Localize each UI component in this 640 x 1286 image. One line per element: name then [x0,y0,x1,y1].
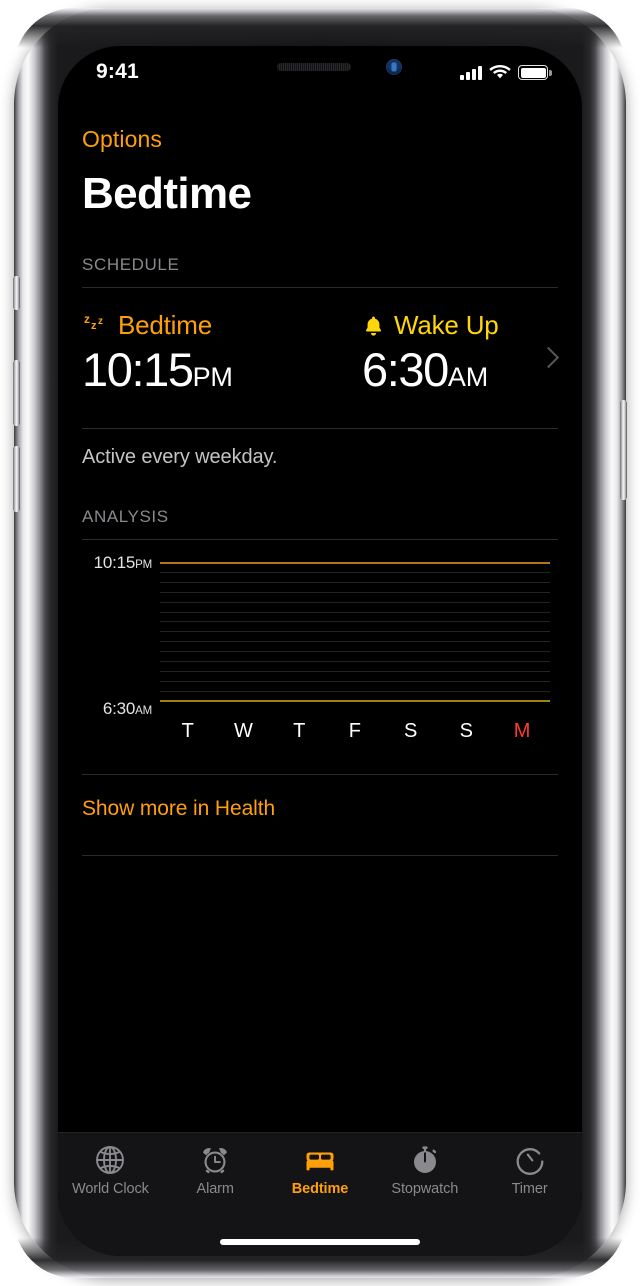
chart-bedtime-line [160,561,550,564]
bedtime-label-group: zzz Bedtime [82,310,362,341]
chart-x-label: F [348,719,362,742]
status-bar-indicators [460,62,552,80]
chart-plot-area [160,561,550,702]
chart-y-axis: 10:15PM 6:30AM [82,553,160,718]
chart-gridline [160,681,550,682]
bedtime-time: 10:15PM [82,343,362,397]
cellular-signal-icon [460,66,482,80]
front-camera-icon [386,59,402,75]
chart-y-label-top-meridiem: PM [135,558,152,571]
wakeup-block[interactable]: Wake Up 6:30AM [362,310,499,396]
analysis-section-header: ANALYSIS [82,506,169,526]
battery-icon [518,65,552,80]
tab-label: Bedtime [291,1181,349,1197]
speaker-grille-icon [277,63,352,71]
chevron-right-icon [537,347,560,369]
tab-bar: World Clock Alarm Bedtime Stopwatch Time… [58,1132,582,1256]
wakeup-time-value: 6:30 [362,343,449,397]
chart-gridline [160,601,550,603]
chart-x-axis: TWTFSSM [160,720,550,743]
zzz-icon: zzz [84,311,103,332]
volume-up-button[interactable] [13,360,20,426]
divider [82,854,558,856]
chart-y-label-top: 10:15PM [93,552,153,573]
chart-y-label-top-value: 10:15 [93,552,136,572]
main-content: Options Bedtime SCHEDULE zzz Bedtime 10:… [58,100,582,1132]
wakeup-meridiem: AM [447,362,488,393]
chart-gridline [160,611,550,613]
chart-x-label: T [293,719,306,742]
bed-icon [306,1152,334,1171]
chart-gridline [160,621,550,623]
chart-gridline [160,671,550,673]
schedule-row[interactable]: zzz Bedtime 10:15PM Wake Up 6:30AM [82,288,560,416]
wakeup-time: 6:30AM [362,343,499,397]
chart-gridline [160,571,550,573]
schedule-note: Active every weekday. [82,445,278,468]
tab-label: World Clock [72,1181,149,1197]
tab-timer[interactable]: Timer [477,1143,582,1197]
bedtime-time-value: 10:15 [82,343,194,397]
chart-gridline [160,641,550,643]
bedtime-label: Bedtime [118,310,212,341]
bell-icon [365,316,382,336]
page-title: Bedtime [82,169,252,218]
wakeup-label: Wake Up [394,310,499,341]
bedtime-meridiem: PM [192,362,233,393]
alarm-clock-icon [203,1148,228,1174]
volume-down-button[interactable] [13,446,20,512]
show-more-in-health-link[interactable]: Show more in Health [82,775,558,843]
power-button[interactable] [620,400,627,500]
status-bar-time: 9:41 [96,60,139,83]
tab-alarm[interactable]: Alarm [163,1143,268,1197]
sleep-analysis-chart[interactable]: 10:15PM 6:30AM T W T F S S M [82,553,558,762]
tab-bedtime[interactable]: Bedtime [268,1143,373,1197]
chart-gridline [160,690,550,692]
chart-y-label-bottom-value: 6:30 [102,698,136,718]
chart-x-label: W [234,719,254,742]
tab-label: Stopwatch [391,1181,459,1197]
schedule-section-header: SCHEDULE [82,255,180,275]
chart-x-label: S [403,719,418,742]
wifi-icon [489,64,511,79]
chart-gridline [160,591,550,593]
notch [194,46,446,100]
home-indicator[interactable] [220,1239,420,1245]
divider [82,538,558,540]
chart-x-label: T [181,719,195,742]
timer-icon [516,1148,544,1175]
chart-gridline [160,631,550,633]
chart-gridlines [160,561,550,702]
tab-label: Alarm [196,1181,234,1197]
mute-switch[interactable] [13,276,20,310]
device-frame: 9:41 Options Bedtime SCHEDULE z z z Bedt… [13,8,627,1278]
tab-label: Timer [511,1181,548,1197]
stopwatch-icon [413,1146,436,1173]
chart-gridline [160,661,550,663]
globe-icon [96,1146,125,1174]
chart-y-label-bottom: 6:30AM [103,699,152,719]
chart-gridline [160,651,550,653]
bedtime-block[interactable]: zzz Bedtime 10:15PM [82,310,362,396]
chart-gridline [160,581,550,583]
chart-x-label: S [459,719,474,742]
tab-stopwatch[interactable]: Stopwatch [372,1143,477,1197]
chart-wakeup-line [160,699,550,702]
wakeup-label-group: Wake Up [362,310,499,341]
tab-world-clock[interactable]: World Clock [58,1143,163,1197]
chart-y-label-bottom-meridiem: AM [135,704,152,717]
phone-screen: 9:41 Options Bedtime SCHEDULE z z z Bedt… [58,46,582,1256]
chart-x-label: M [513,719,531,742]
options-back-button[interactable]: Options [82,126,558,153]
